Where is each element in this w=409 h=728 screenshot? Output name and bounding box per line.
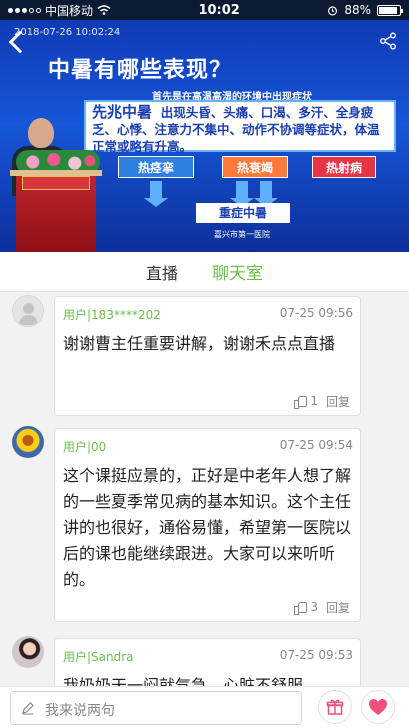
thumbs-up-icon: [294, 601, 308, 615]
slide-text-box: 先兆中暑 出现头昏、头痛、口渴、多汗、全身疲乏、心悸、注意力不集中、动作不协调等…: [84, 100, 396, 154]
speaker-head: [28, 118, 54, 148]
like-button[interactable]: 1: [294, 394, 318, 409]
avatar[interactable]: [12, 636, 44, 668]
message-bubble: 用户|Sandra 07-25 09:53 我奶奶天一闷就气急，心脏不舒服: [54, 638, 361, 686]
live-video-player[interactable]: 中暑有哪些表现？ 首先是在高温高湿的环境中出现症状 先兆中暑 出现头昏、头痛、口…: [0, 0, 409, 252]
thumbs-up-icon: [294, 395, 308, 409]
slide-label-heat-cramp: 热痉挛: [118, 156, 194, 178]
comment-placeholder: 我来说两句: [45, 703, 115, 719]
message-username[interactable]: 用户|00: [63, 438, 106, 455]
slide-final-label: 重症中暑: [196, 203, 290, 223]
gift-button[interactable]: [318, 690, 352, 724]
like-heart-button[interactable]: [361, 690, 395, 724]
message-bubble: 用户|00 07-25 09:54 这个课挺应景的，正好是中老年人想了解的一些夏…: [54, 428, 361, 622]
carrier-name: 中国移动: [45, 3, 94, 18]
battery-icon: [376, 4, 403, 16]
reply-button[interactable]: 回复: [326, 393, 350, 410]
slide-box-lead: 先兆中暑: [92, 103, 153, 121]
pencil-icon: [22, 702, 34, 715]
battery-percent: 88%: [344, 3, 371, 17]
reply-button[interactable]: 回复: [326, 599, 350, 616]
video-timestamp: 2018-07-26 10:02:24: [14, 27, 121, 38]
status-time: 10:02: [198, 2, 240, 18]
chat-message: 用户|Sandra 07-25 09:53 我奶奶天一闷就气急，心脏不舒服: [0, 634, 409, 686]
slide-org-name: 嘉兴市第一医院: [214, 230, 270, 239]
chat-message-list[interactable]: 用户|183****202 07-25 09:56 谢谢曹主任重要讲解，谢谢禾点…: [0, 292, 409, 686]
comment-bar: 我来说两句: [0, 686, 409, 728]
message-bubble: 用户|183****202 07-25 09:56 谢谢曹主任重要讲解，谢谢禾点…: [54, 296, 361, 416]
chat-message: 用户|00 07-25 09:54 这个课挺应景的，正好是中老年人想了解的一些夏…: [0, 426, 409, 626]
tab-chatroom[interactable]: 聊天室: [212, 259, 263, 284]
slide-arrow: [230, 181, 254, 207]
message-time: 07-25 09:56: [279, 306, 353, 320]
message-username[interactable]: 用户|Sandra: [63, 648, 134, 665]
slide-label-heat-exhaustion: 热衰竭: [222, 156, 288, 178]
message-text: 这个课挺应景的，正好是中老年人想了解的一些夏季常见病的基本知识。这个主任讲的也很…: [63, 466, 352, 589]
status-bar: 中国移动 10:02 88%: [0, 0, 409, 20]
gift-icon: [326, 699, 344, 715]
avatar[interactable]: [12, 426, 44, 458]
slide-label-heat-stroke: 热射病: [312, 156, 376, 178]
tab-live[interactable]: 直播: [146, 260, 178, 284]
like-count: 1: [310, 394, 318, 408]
signal-icon: [8, 7, 41, 13]
comment-input[interactable]: 我来说两句: [10, 691, 302, 725]
avatar[interactable]: [12, 295, 44, 327]
slide-arrow: [254, 181, 278, 207]
like-button[interactable]: 3: [294, 600, 318, 615]
heart-icon: [369, 699, 387, 715]
message-username[interactable]: 用户|183****202: [63, 306, 161, 323]
message-time: 07-25 09:54: [279, 438, 353, 452]
tab-bar: 直播 聊天室: [0, 252, 409, 292]
message-text: 我奶奶天一闷就气急，心脏不舒服: [63, 676, 304, 686]
like-count: 3: [310, 600, 318, 614]
message-text: 谢谢曹主任重要讲解，谢谢禾点点直播: [63, 334, 336, 353]
slide-title: 中暑有哪些表现？: [48, 58, 233, 83]
slide-arrow: [144, 181, 168, 207]
podium-sign: [22, 176, 90, 190]
chat-message: 用户|183****202 07-25 09:56 谢谢曹主任重要讲解，谢谢禾点…: [0, 292, 409, 418]
wifi-icon: [97, 5, 111, 15]
alarm-icon: [328, 5, 338, 15]
message-time: 07-25 09:53: [279, 648, 353, 662]
share-icon[interactable]: [379, 32, 397, 50]
